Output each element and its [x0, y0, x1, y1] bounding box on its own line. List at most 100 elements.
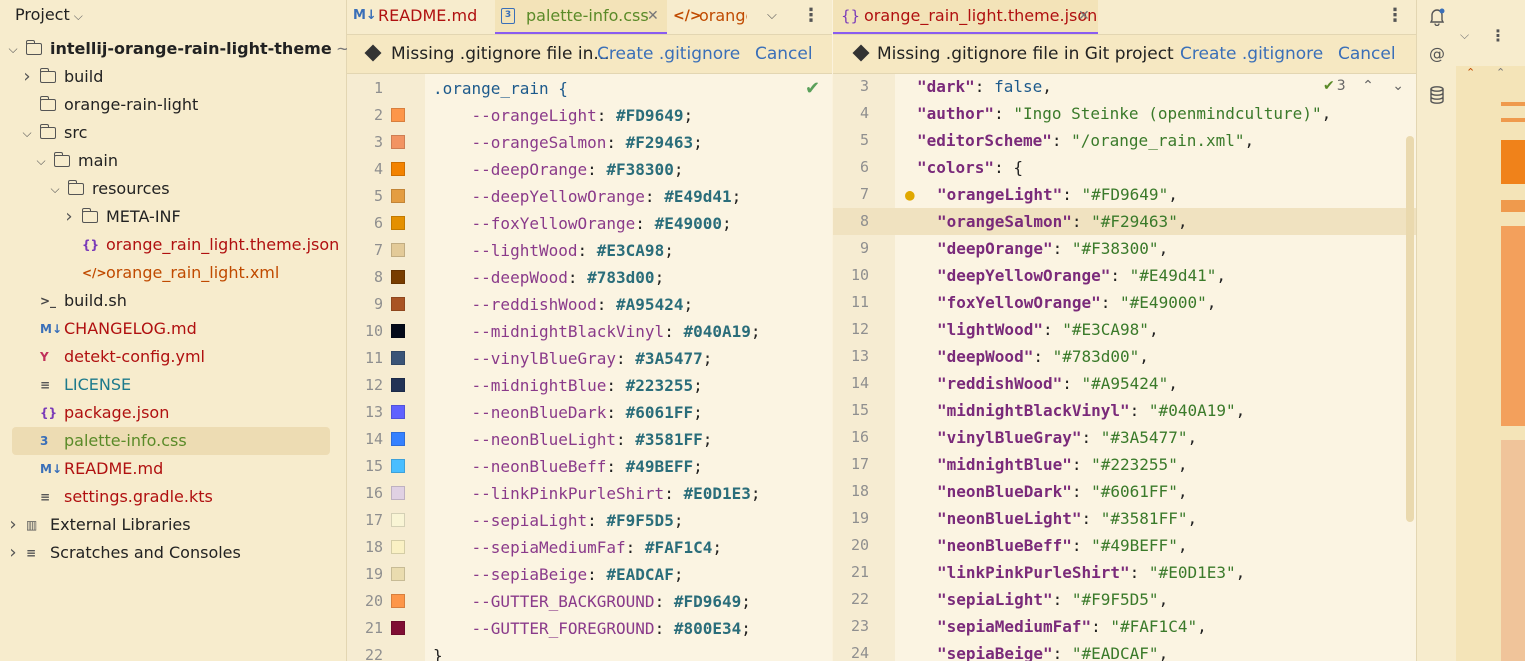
chevron-down-icon[interactable]: ⌵ — [6, 35, 20, 63]
color-swatch[interactable] — [391, 378, 405, 392]
database-icon[interactable] — [1429, 86, 1445, 104]
notice-text: Missing .gitignore file in... — [391, 44, 610, 64]
json-key: "author" — [917, 104, 995, 123]
line-number: 14 — [364, 430, 383, 448]
chevron-down-icon[interactable]: ⌵ — [48, 175, 62, 203]
json-value: "#F9F5D5" — [1071, 590, 1159, 609]
tree-item[interactable]: ≡ settings.gradle.kts — [0, 483, 332, 511]
tree-item[interactable]: ⌵ intellij-orange-rain-light-theme ~ — [0, 35, 349, 63]
tree-item[interactable]: ≡ LICENSE — [0, 371, 332, 399]
color-swatch[interactable] — [391, 513, 405, 527]
tab-orange-xml[interactable]: </> orange — [669, 0, 747, 34]
line-number: 10 — [850, 266, 869, 284]
color-swatch[interactable] — [391, 270, 405, 284]
tree-item[interactable]: {} package.json — [0, 399, 332, 427]
color-swatch[interactable] — [391, 459, 405, 473]
tree-item[interactable]: {} orange_rain_light.theme.json — [0, 231, 339, 259]
tree-item[interactable]: ⌵ resources — [0, 175, 332, 203]
chevron-right-icon[interactable]: › — [6, 511, 20, 539]
color-swatch[interactable] — [391, 594, 405, 608]
decorative-bar — [1501, 140, 1525, 184]
tree-item[interactable]: orange-rain-light — [0, 91, 332, 119]
chevron-right-icon[interactable]: › — [62, 203, 76, 231]
color-swatch[interactable] — [391, 621, 405, 635]
code-line: 2 --orangeLight: #FD9649; — [347, 102, 832, 129]
code-text: "sepiaMediumFaf": "#FAF1C4", — [937, 617, 1207, 636]
css-property: --deepOrange — [471, 160, 588, 179]
create-gitignore-link[interactable]: Create .gitignore — [597, 35, 740, 73]
tab-theme-json[interactable]: {} orange_rain_light.theme.json ✕ — [833, 0, 1098, 34]
color-swatch[interactable] — [391, 351, 405, 365]
color-swatch[interactable] — [391, 189, 405, 203]
tree-item[interactable]: › build — [0, 63, 332, 91]
color-swatch[interactable] — [391, 405, 405, 419]
json-key: "orangeLight" — [937, 185, 1063, 204]
css-value: #E0D1E3 — [683, 484, 751, 503]
color-swatch[interactable] — [391, 486, 405, 500]
code-text: "vinylBlueGray": "#3A5477", — [937, 428, 1198, 447]
chevron-right-icon[interactable]: › — [6, 539, 20, 567]
code-text: "orangeLight": "#FD9649", — [937, 185, 1178, 204]
tree-item[interactable]: Ydetekt-config.yml — [0, 343, 332, 371]
tab-readme[interactable]: M↓ README.md — [347, 0, 493, 34]
code-text: "author": "Ingo Steinke (openmindculture… — [917, 104, 1332, 123]
tree-item[interactable]: M↓ README.md — [0, 455, 332, 483]
tree-item[interactable]: › ▥ External Libraries — [0, 511, 332, 539]
color-swatch[interactable] — [391, 324, 405, 338]
chevron-down-icon[interactable]: ⌵ — [34, 147, 48, 175]
chevron-right-icon[interactable]: › — [20, 63, 34, 91]
line-number: 3 — [373, 133, 383, 151]
ai-assistant-icon[interactable]: @ — [1429, 44, 1445, 63]
more-icon[interactable]: ⋮ — [1386, 0, 1404, 32]
line-number: 13 — [364, 403, 383, 421]
cancel-link[interactable]: Cancel — [755, 35, 813, 73]
color-swatch[interactable] — [391, 216, 405, 230]
color-swatch[interactable] — [391, 243, 405, 257]
tree-item[interactable]: </> orange_rain_light.xml — [0, 259, 332, 287]
json-key: "dark" — [917, 77, 975, 96]
close-icon[interactable]: ✕ — [1078, 0, 1090, 32]
code-text: --deepOrange: #F38300; — [471, 160, 684, 179]
cancel-link[interactable]: Cancel — [1338, 35, 1396, 73]
color-swatch[interactable] — [391, 135, 405, 149]
json-value: "#3581FF" — [1100, 509, 1188, 528]
scrollbar[interactable] — [1406, 136, 1414, 522]
json-editor[interactable]: 3 "dark": false, 4 "author": "Ingo Steinke … — [833, 74, 1416, 661]
css-editor[interactable]: 1 .orange_rain {2 --orangeLight: #FD9649;… — [347, 74, 832, 661]
line-number: 20 — [850, 536, 869, 554]
text-file-icon: ≡ — [40, 490, 51, 504]
tree-item[interactable]: ⌵ src — [0, 119, 332, 147]
tree-item[interactable]: >_ build.sh — [0, 287, 332, 315]
chevron-up-icon[interactable]: ⌃ — [1362, 78, 1374, 94]
folder-icon — [67, 180, 84, 195]
css-property: --reddishWood — [471, 295, 597, 314]
line-number: 4 — [859, 104, 869, 122]
tree-item[interactable]: › META-INF — [0, 203, 332, 231]
code-line: 4 "author": "Ingo Steinke (openmindcultur… — [833, 100, 1416, 127]
project-view-selector[interactable]: Project ⌵ — [15, 5, 83, 27]
chevron-down-icon[interactable]: ⌄ — [1392, 78, 1404, 94]
code-text: "midnightBlue": "#223255", — [937, 455, 1188, 474]
close-icon[interactable]: ✕ — [647, 0, 659, 32]
lightbulb-icon[interactable]: ● — [905, 181, 915, 208]
inspection-widget[interactable]: ✔ 3 ⌃ ⌄ — [1323, 78, 1404, 94]
tree-item[interactable]: ⌵ main — [0, 147, 332, 175]
color-swatch[interactable] — [391, 540, 405, 554]
tree-item[interactable]: 3 palette-info.css — [12, 427, 330, 455]
css-icon: 3 — [40, 434, 49, 448]
tab-palette-info[interactable]: 3 palette-info.css ✕ — [495, 0, 667, 34]
tree-item[interactable]: M↓ CHANGELOG.md — [0, 315, 332, 343]
decorative-bar — [1501, 102, 1525, 106]
css-value: #E3CA98 — [596, 241, 665, 260]
chevron-down-icon[interactable]: ⌵ — [20, 119, 34, 147]
tabs-dropdown-icon[interactable]: ⌵ — [767, 0, 777, 32]
color-swatch[interactable] — [391, 432, 405, 446]
create-gitignore-link[interactable]: Create .gitignore — [1180, 35, 1323, 73]
color-swatch[interactable] — [391, 162, 405, 176]
tree-item[interactable]: › ≡ Scratches and Consoles — [0, 539, 332, 567]
color-swatch[interactable] — [391, 108, 405, 122]
more-icon[interactable]: ⋮ — [802, 0, 820, 32]
notifications-icon[interactable] — [1429, 8, 1445, 27]
color-swatch[interactable] — [391, 297, 405, 311]
color-swatch[interactable] — [391, 567, 405, 581]
